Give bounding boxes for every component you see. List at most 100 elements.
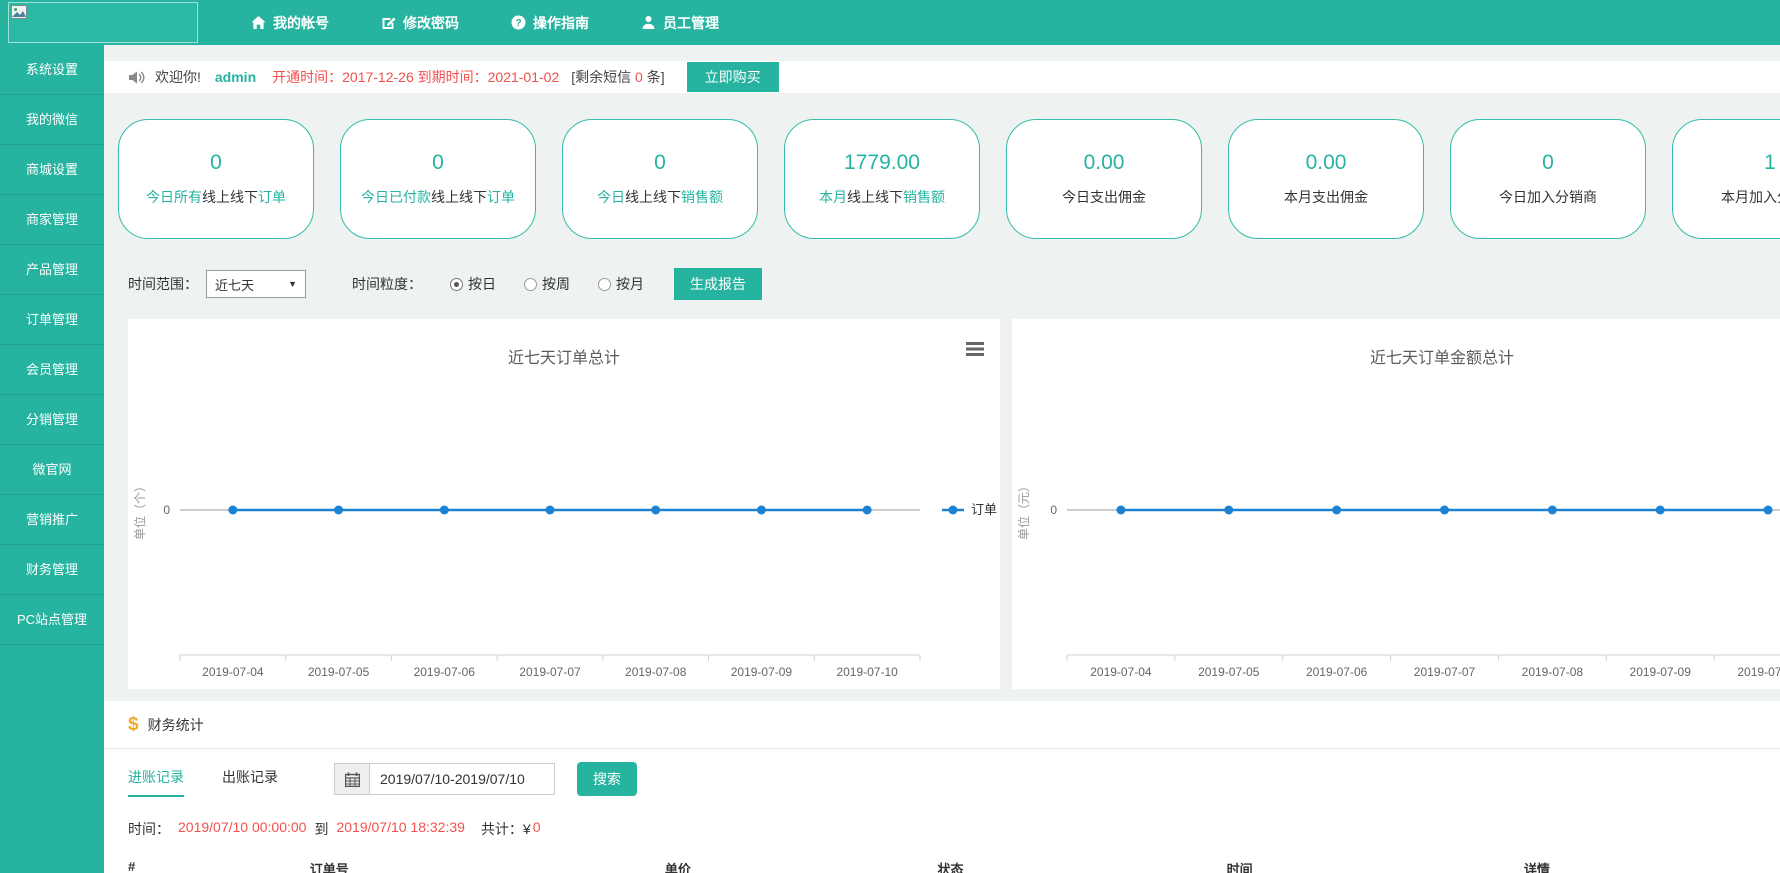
- sidebar-item-0[interactable]: 系统设置: [0, 45, 104, 95]
- y-axis-label: 单位（个）: [132, 480, 147, 540]
- stat-label-part: 销售额: [681, 189, 723, 205]
- stat-card-4: 0.00 今日支出佣金: [1006, 119, 1202, 239]
- tab-income-records[interactable]: 进账记录: [128, 767, 184, 797]
- stat-card-5: 0.00本月支出佣金: [1228, 119, 1424, 239]
- tab-outgo-records[interactable]: 出账记录: [222, 767, 278, 797]
- charts-row: 近七天订单总计单位（个）02019-07-042019-07-052019-07…: [104, 319, 1780, 689]
- sidebar-item-8[interactable]: 微官网: [0, 445, 104, 495]
- nav-item-label: 我的帐号: [273, 13, 329, 33]
- stat-card-2: 0今日线上线下销售额: [562, 119, 758, 239]
- data-point: [1332, 506, 1341, 515]
- calendar-icon: [345, 772, 360, 787]
- stat-label: 今日支出佣金: [1062, 187, 1146, 207]
- stat-value: 0: [210, 151, 222, 175]
- sidebar-item-5[interactable]: 订单管理: [0, 295, 104, 345]
- x-axis-tick: 2019-07-06: [1306, 665, 1368, 679]
- nav-item-label: 操作指南: [533, 13, 589, 33]
- x-axis-tick: 2019-07-06: [414, 665, 476, 679]
- stat-card-1: 0今日已付款线上线下订单: [340, 119, 536, 239]
- stat-label-part: 线上线下: [847, 189, 903, 205]
- x-axis-tick: 2019-07-10: [1737, 665, 1780, 679]
- sidebar-item-2[interactable]: 商城设置: [0, 145, 104, 195]
- sidebar-item-6[interactable]: 会员管理: [0, 345, 104, 395]
- sms-remaining: [剩余短信 0 条]: [571, 67, 664, 87]
- data-point: [1656, 506, 1665, 515]
- hamburger-menu-icon[interactable]: [966, 341, 984, 357]
- data-point: [651, 506, 660, 515]
- y-axis-label: 单位（元）: [1016, 480, 1031, 540]
- time-label: 时间：: [128, 819, 170, 839]
- time-range-value: 近七天: [215, 275, 254, 294]
- table-header-1: 订单号: [310, 859, 665, 873]
- stat-label-part: 今日所有: [146, 189, 202, 205]
- data-point: [228, 506, 237, 515]
- nav-item-3[interactable]: 员工管理: [615, 0, 745, 45]
- stat-label: 本月支出佣金: [1284, 187, 1368, 207]
- stat-label-part: 订单: [487, 189, 515, 205]
- time-range-select[interactable]: 近七天 ▼: [206, 270, 306, 298]
- finance-tabs-row: 进账记录 出账记录 搜索: [104, 749, 1780, 809]
- stat-label: 今日加入分销商: [1499, 187, 1597, 207]
- stat-label-part: 订单: [258, 189, 286, 205]
- sidebar-item-9[interactable]: 营销推广: [0, 495, 104, 545]
- generate-report-button[interactable]: 生成报告: [674, 268, 762, 300]
- x-axis-tick: 2019-07-04: [202, 665, 264, 679]
- granularity-radio-1[interactable]: 按周: [524, 274, 570, 294]
- y-axis-tick: 0: [163, 503, 170, 517]
- sidebar-item-11[interactable]: PC站点管理: [0, 595, 104, 645]
- line-chart: 单位（个）02019-07-042019-07-052019-07-062019…: [128, 368, 1000, 683]
- sidebar-item-10[interactable]: 财务管理: [0, 545, 104, 595]
- data-point: [1224, 506, 1233, 515]
- data-point: [1548, 506, 1557, 515]
- finance-tabs: 进账记录 出账记录: [128, 767, 316, 797]
- finance-section-header: $ 财务统计: [104, 701, 1780, 749]
- finance-panel: $ 财务统计 进账记录 出账记录: [104, 701, 1780, 873]
- nav-item-1[interactable]: 修改密码: [355, 0, 485, 45]
- legend[interactable]: 订单: [942, 502, 997, 517]
- stat-card-0: 0今日所有线上线下订单: [118, 119, 314, 239]
- question-icon: ?: [511, 15, 526, 30]
- orders-chart-panel: 近七天订单总计单位（个）02019-07-042019-07-052019-07…: [128, 319, 1000, 689]
- sidebar-item-3[interactable]: 商家管理: [0, 195, 104, 245]
- stat-label: 本月线上线下销售额: [819, 187, 945, 207]
- table-header-0: #: [128, 859, 310, 873]
- sidebar-item-7[interactable]: 分销管理: [0, 395, 104, 445]
- stat-label-part: 本月支出佣金: [1284, 189, 1368, 205]
- search-button[interactable]: 搜索: [577, 762, 637, 796]
- radio-icon: [524, 278, 537, 291]
- y-axis-tick: 0: [1050, 503, 1057, 517]
- nav-item-2[interactable]: ? 操作指南: [485, 0, 615, 45]
- finance-section-title: 财务统计: [148, 715, 204, 735]
- x-axis-tick: 2019-07-08: [625, 665, 687, 679]
- granularity-radio-2[interactable]: 按月: [598, 274, 644, 294]
- data-point: [546, 506, 555, 515]
- edit-icon: [381, 15, 396, 30]
- speaker-icon: [128, 70, 145, 85]
- calendar-addon[interactable]: [334, 763, 370, 795]
- svg-text:?: ?: [515, 18, 521, 29]
- stat-label-part: 销售额: [903, 189, 945, 205]
- logo: [8, 2, 198, 43]
- stat-label-part: 今日: [597, 189, 625, 205]
- stat-label-part: 今日加入分销商: [1499, 189, 1597, 205]
- nav-item-0[interactable]: 我的帐号: [225, 0, 355, 45]
- date-range-input[interactable]: [370, 763, 555, 795]
- stat-label-part: 今日支出佣金: [1062, 189, 1146, 205]
- sidebar-item-1[interactable]: 我的微信: [0, 95, 104, 145]
- x-axis-tick: 2019-07-10: [836, 665, 898, 679]
- stat-label: 今日线上线下销售额: [597, 187, 723, 207]
- main-content: 欢迎你! admin 开通时间：2017-12-26 到期时间：2021-01-…: [104, 45, 1780, 873]
- records-table-header: #订单号单价状态时间详情: [104, 849, 1780, 873]
- granularity-radio-0[interactable]: 按日: [450, 274, 496, 294]
- top-nav: 我的帐号 修改密码? 操作指南 员工管理: [225, 0, 745, 45]
- stat-value: 0.00: [1084, 151, 1125, 175]
- buy-now-button[interactable]: 立即购买: [687, 62, 779, 92]
- sidebar-item-4[interactable]: 产品管理: [0, 245, 104, 295]
- time-to-label: 到: [314, 819, 328, 839]
- chart-title: 近七天订单金额总计: [1012, 319, 1780, 368]
- radio-label: 按月: [616, 274, 644, 294]
- x-axis-tick: 2019-07-09: [731, 665, 793, 679]
- order-amount-chart-panel: 近七天订单金额总计单位（元）02019-07-042019-07-052019-…: [1012, 319, 1780, 689]
- stat-card-6: 0今日加入分销商: [1450, 119, 1646, 239]
- table-header-2: 单价: [665, 859, 938, 873]
